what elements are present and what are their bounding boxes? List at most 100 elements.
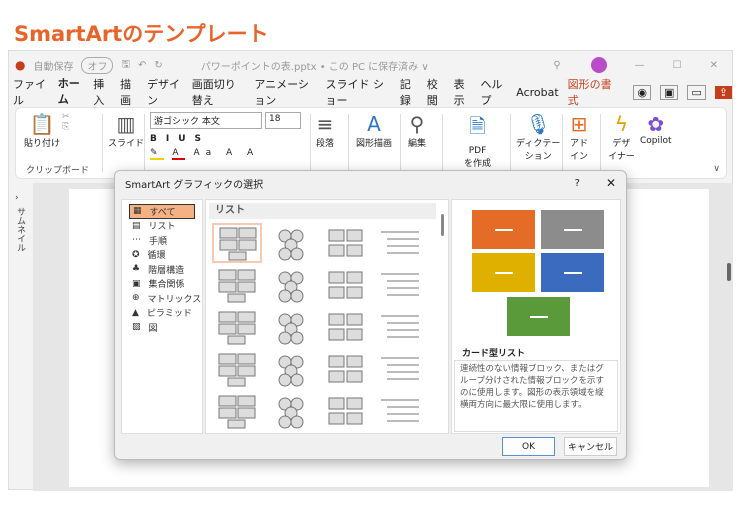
cut-copy-icons[interactable]: ✂ ⎘ <box>62 112 70 132</box>
undo-icon[interactable]: ↶ <box>138 60 146 71</box>
category-all[interactable]: ▦ すべて <box>129 204 195 219</box>
layout-thumbnail[interactable] <box>320 349 370 389</box>
layout-thumbnail[interactable] <box>266 223 316 263</box>
layout-thumbnail[interactable] <box>212 391 262 431</box>
category-relationship[interactable]: ▣ 集合関係 <box>122 277 202 292</box>
category-hierarchy[interactable]: ♣ 階層構造 <box>122 262 202 277</box>
paste-button[interactable]: 📋 貼り付け <box>24 112 60 149</box>
avatar[interactable] <box>590 57 607 73</box>
category-cycle[interactable]: ✪ 循環 <box>122 248 202 263</box>
ok-button[interactable]: OK <box>502 437 555 456</box>
autosave-label: 自動保存 <box>33 61 74 73</box>
drawing-button[interactable]: A 図形描画 <box>356 112 392 149</box>
preview-block <box>507 297 570 336</box>
minimize-button[interactable]: — <box>635 60 645 71</box>
tab-home[interactable]: ホーム <box>57 75 85 109</box>
editing-button[interactable]: ⚲ 編集 <box>408 112 426 149</box>
tab-slideshow[interactable]: スライド ショー <box>325 76 390 108</box>
font-size-select[interactable]: 18 <box>265 112 301 129</box>
category-pyramid[interactable]: ▲ ピラミッド <box>122 306 202 321</box>
copilot-button[interactable]: ✿ Copilot <box>640 112 672 146</box>
category-label: リスト <box>148 222 176 233</box>
slide-layout-icon: ▥ <box>116 112 136 136</box>
layout-thumbnail[interactable] <box>374 307 424 347</box>
dialog-close-button[interactable]: ✕ <box>606 176 616 190</box>
category-process[interactable]: ⋯ 手順 <box>122 233 202 248</box>
dictate-button[interactable]: 🎙 ディクテー ション <box>516 112 560 162</box>
tab-shape-format[interactable]: 図形の書式 <box>568 76 613 108</box>
autosave-toggle[interactable]: オフ <box>81 56 114 74</box>
copilot-icon: ✿ <box>647 112 665 136</box>
category-list-item[interactable]: ▤ リスト <box>122 219 202 234</box>
addin-label-2: イン <box>570 152 589 162</box>
font-name-select[interactable]: 游ゴシック 本文 <box>150 112 262 129</box>
layout-thumbnail[interactable] <box>320 307 370 347</box>
font-format-buttons[interactable]: BIUS <box>150 134 301 144</box>
preview-name: カード型リスト <box>462 349 526 359</box>
collapse-ribbon-icon[interactable]: ∨ <box>713 164 720 174</box>
layout-thumbnail[interactable] <box>266 349 316 389</box>
relationship-icon: ▣ <box>132 278 141 289</box>
vertical-scrollbar[interactable] <box>727 263 731 281</box>
help-button[interactable]: ? <box>575 178 580 189</box>
ribbon: 📋 貼り付け ✂ ⎘ クリップボード ▥ スライド 游ゴシック 本文 18 BIUS … <box>15 107 727 179</box>
comments-button[interactable]: ▭ <box>687 84 706 100</box>
tab-file[interactable]: ファイル <box>13 76 49 108</box>
tab-design[interactable]: デザイン <box>147 76 183 108</box>
tab-acrobat[interactable]: Acrobat <box>516 86 558 99</box>
tab-draw[interactable]: 描画 <box>120 76 138 108</box>
thumbnail-pane[interactable]: › サムネイル <box>9 183 31 491</box>
gallery-scrollbar[interactable] <box>441 214 444 236</box>
tab-help[interactable]: ヘルプ <box>480 76 507 108</box>
record-button[interactable]: ◉ <box>633 84 651 100</box>
layout-thumbnail[interactable] <box>212 349 262 389</box>
tab-transitions[interactable]: 画面切り替え <box>192 76 246 108</box>
title-bar: ● 自動保存 オフ 🖫 ↶ ↻ パワーポイントの表.pptx • この PC に… <box>9 51 732 79</box>
category-picture[interactable]: ▨ 図 <box>122 320 202 335</box>
tab-view[interactable]: 表示 <box>454 76 472 108</box>
tab-animations[interactable]: アニメーション <box>254 76 316 108</box>
create-pdf-button[interactable]: 🗎 PDF を作成 <box>464 112 491 169</box>
category-matrix[interactable]: ⊕ マトリックス <box>122 291 202 306</box>
slide-button[interactable]: ▥ スライド <box>108 112 144 149</box>
layout-thumbnail[interactable] <box>374 391 424 431</box>
layout-thumbnail[interactable] <box>212 307 262 347</box>
preview-block <box>541 210 604 249</box>
paragraph-button[interactable]: ≡ 段落 <box>316 112 334 149</box>
redo-icon[interactable]: ↻ <box>154 60 162 71</box>
tab-review[interactable]: 校閲 <box>427 76 445 108</box>
font-color-buttons[interactable]: ✎ A Aa A A <box>150 148 301 160</box>
layout-thumbnail[interactable] <box>320 223 370 263</box>
clipboard-group-label: クリップボード <box>26 166 90 176</box>
tab-insert[interactable]: 挿入 <box>93 76 111 108</box>
ribbon-tabs: ファイル ホーム 挿入 描画 デザイン 画面切り替え アニメーション スライド … <box>9 76 732 109</box>
hierarchy-icon: ♣ <box>132 264 141 275</box>
layout-thumbnail[interactable] <box>374 349 424 389</box>
layout-thumbnail[interactable] <box>266 307 316 347</box>
layout-thumbnail[interactable] <box>320 265 370 305</box>
close-button[interactable]: ✕ <box>710 60 718 71</box>
dialog-titlebar: SmartArt グラフィックの選択 ? ✕ <box>115 171 626 195</box>
save-icon[interactable]: 🖫 <box>121 57 130 74</box>
cancel-button[interactable]: キャンセル <box>564 437 617 456</box>
dictate-label: ディクテー <box>516 139 561 149</box>
category-label: マトリックス <box>147 294 202 305</box>
layout-thumbnail[interactable] <box>212 223 262 263</box>
category-label: 図 <box>148 323 158 334</box>
category-label: 集合関係 <box>148 280 185 291</box>
tab-record[interactable]: 記録 <box>400 76 418 108</box>
expand-icon[interactable]: › <box>15 193 31 203</box>
search-icon[interactable]: ⚲ <box>553 60 560 71</box>
maximize-button[interactable]: ☐ <box>673 60 682 71</box>
layout-thumbnail[interactable] <box>266 391 316 431</box>
layout-thumbnail[interactable] <box>266 265 316 305</box>
share-button[interactable]: ⇪ <box>714 85 732 99</box>
layout-thumbnail[interactable] <box>212 265 262 305</box>
addins-button[interactable]: ⊞ アド イン <box>570 112 588 162</box>
layout-thumbnail[interactable] <box>374 223 424 263</box>
layout-thumbnail[interactable] <box>374 265 424 305</box>
designer-button[interactable]: ϟ デザ イナー <box>608 112 635 162</box>
camera-button[interactable]: ▣ <box>659 84 679 100</box>
layout-thumbnail[interactable] <box>320 391 370 431</box>
filename[interactable]: パワーポイントの表.pptx • この PC に保存済み ∨ <box>201 58 429 73</box>
